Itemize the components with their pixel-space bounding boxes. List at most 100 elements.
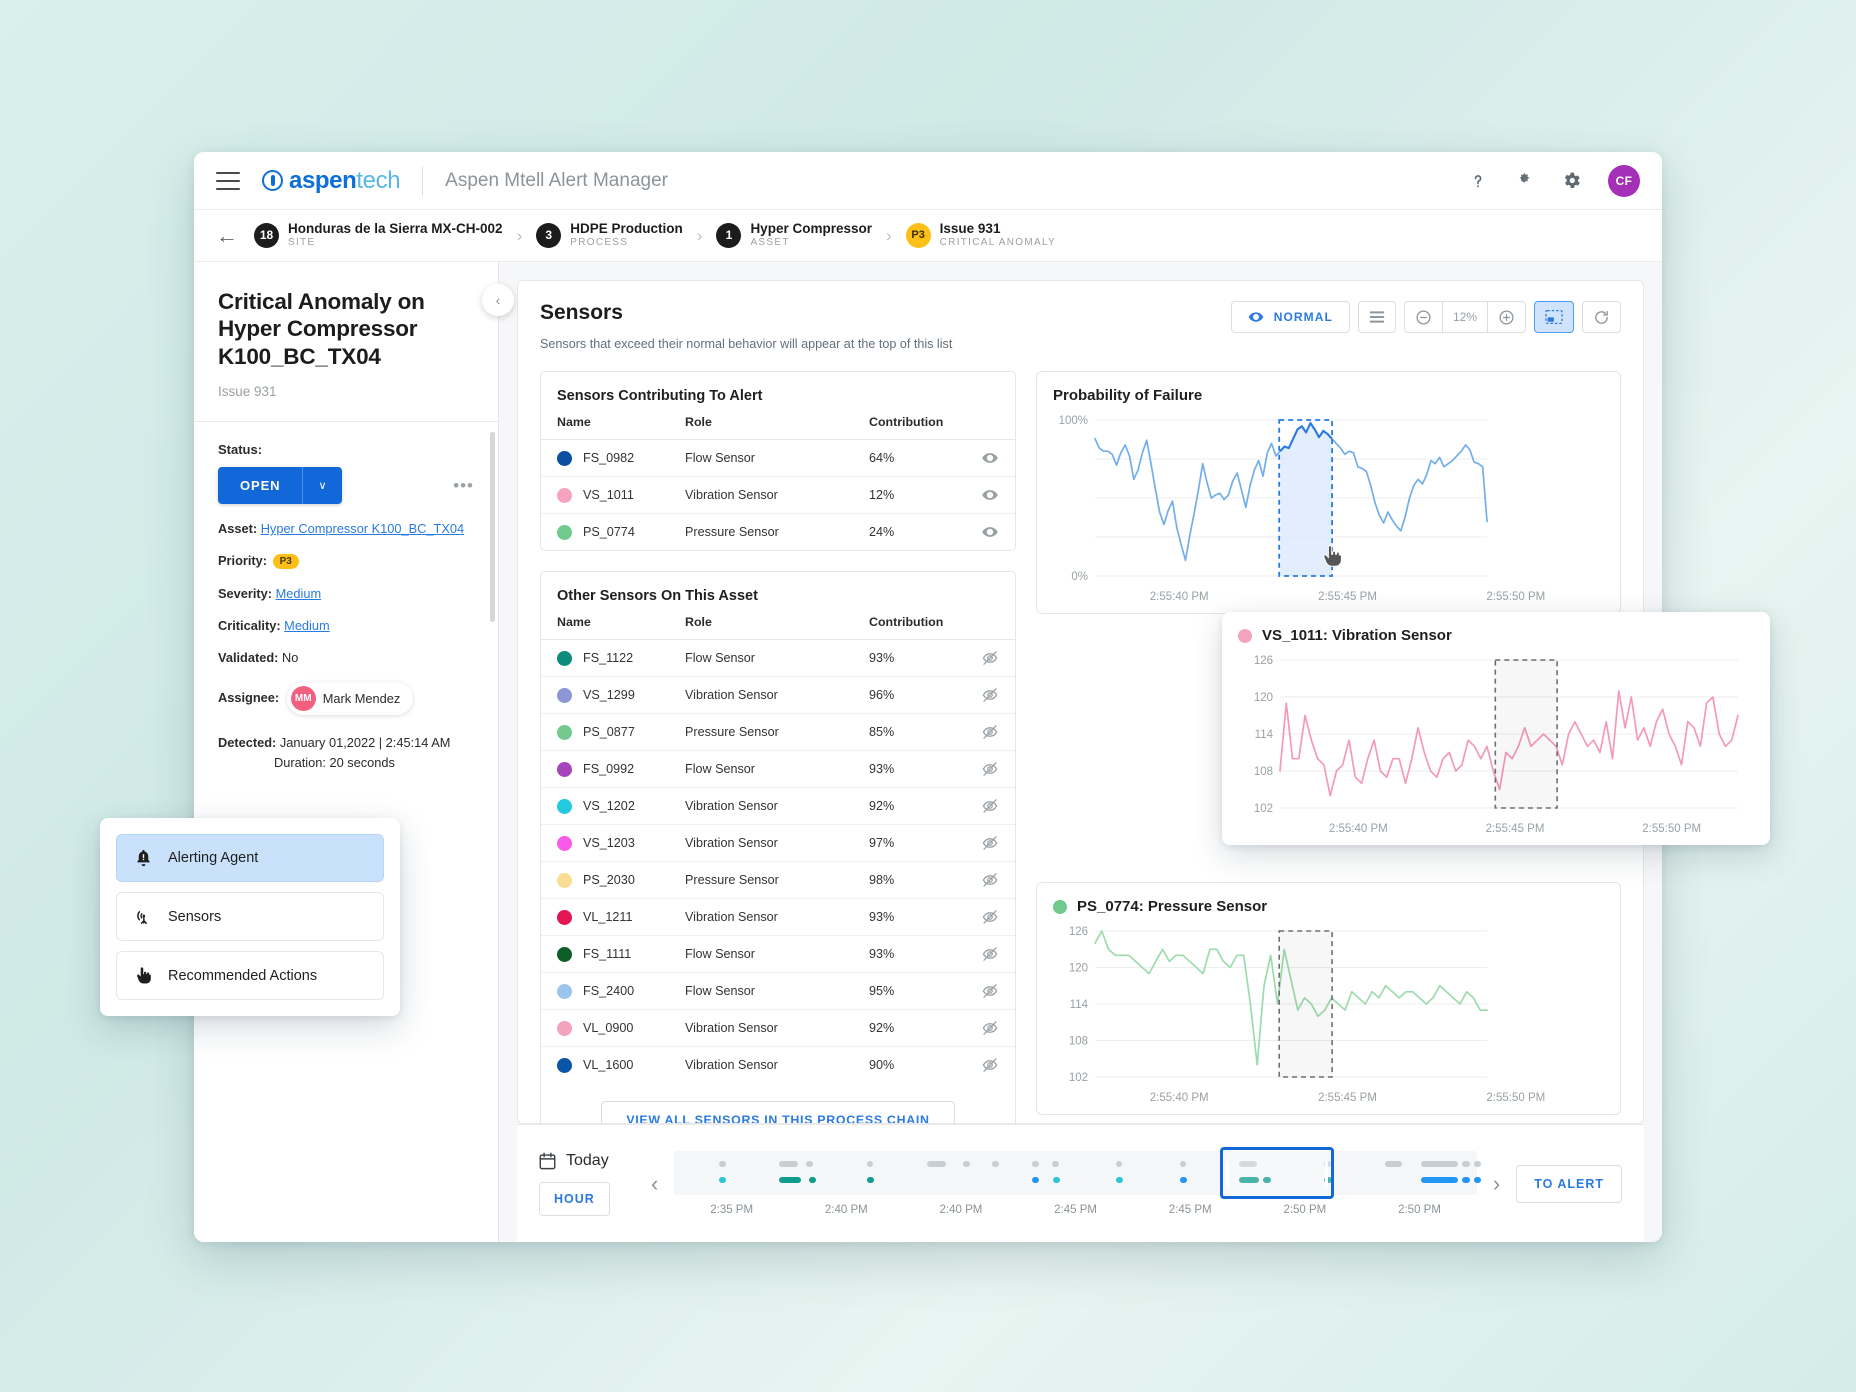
svg-text:126: 126 (1069, 926, 1088, 938)
severity-value[interactable]: Medium (276, 586, 322, 601)
chart-toolbar: NORMAL 12% (1230, 301, 1621, 333)
refresh-button[interactable] (1582, 301, 1621, 333)
table-row[interactable]: VL_1600 Vibration Sensor 90% (541, 1047, 1015, 1083)
breadcrumb-name: Honduras de la Sierra MX-CH-002 (288, 221, 503, 237)
back-arrow-icon[interactable]: ← (216, 224, 238, 247)
sensor-contribution: 93% (869, 947, 895, 961)
chart-title: Probability of Failure (1053, 387, 1203, 404)
breadcrumb-item-asset[interactable]: 1 Hyper Compressor ASSET (716, 221, 872, 249)
chart-plot-area[interactable]: 126 120 114 108 102 (1053, 925, 1604, 1088)
table-row[interactable]: FS_0992 Flow Sensor 93% (541, 751, 1015, 788)
toggle-visibility-hidden[interactable] (961, 871, 999, 889)
minus-circle-icon (1416, 309, 1431, 325)
assignee-chip[interactable]: MM Mark Mendez (286, 682, 414, 716)
toggle-visibility-hidden[interactable] (961, 945, 999, 963)
vs-1011-floating-chart[interactable]: VS_1011: Vibration Sensor 126 120 114 108 10… (1222, 612, 1770, 845)
probability-of-failure-chart[interactable]: Probability of Failure 100% 0% 2:55:40 PM… (1036, 371, 1621, 614)
selection-tool-button[interactable] (1534, 301, 1574, 333)
toggle-visibility-hidden[interactable] (961, 982, 999, 1000)
toggle-visibility-hidden[interactable] (961, 1019, 999, 1037)
chart-plot-area[interactable]: 126 120 114 108 102 (1238, 654, 1754, 819)
chart-plot-area[interactable]: 100% 0% (1053, 414, 1604, 587)
breadcrumb-item-issue[interactable]: P3 Issue 931 CRITICAL ANOMALY (905, 221, 1056, 249)
timeline-next-icon[interactable]: › (1493, 1171, 1500, 1197)
eye-visible-icon (982, 453, 998, 463)
menu-item-sensors[interactable]: Sensors (116, 892, 384, 941)
table-row[interactable]: VL_1211 Vibration Sensor 93% (541, 899, 1015, 936)
eye-visible-icon (982, 490, 998, 500)
sensor-name: VL_1211 (583, 910, 633, 924)
ps-0774-chart[interactable]: PS_0774: Pressure Sensor 126 120 114 108 102… (1036, 882, 1621, 1115)
sensor-contribution: 92% (869, 1021, 895, 1035)
breadcrumb-item-process[interactable]: 3 HDPE Production PROCESS (536, 221, 683, 249)
table-row[interactable]: VS_1202 Vibration Sensor 92% (541, 788, 1015, 825)
toggle-visibility-hidden[interactable] (961, 723, 999, 741)
toggle-visibility-hidden[interactable] (961, 797, 999, 815)
status-value[interactable]: OPEN (218, 467, 303, 505)
aspentech-logo[interactable]: aspentech (262, 167, 401, 195)
toggle-visibility-hidden[interactable] (961, 908, 999, 926)
collapse-panel-button[interactable]: ‹ (482, 284, 514, 316)
toggle-visibility-hidden[interactable] (961, 760, 999, 778)
table-row[interactable]: FS_1111 Flow Sensor 93% (541, 936, 1015, 973)
timeline-event-mark (778, 1177, 802, 1183)
table-row[interactable]: PS_2030 Pressure Sensor 98% (541, 862, 1015, 899)
table-row[interactable]: PS_0774 Pressure Sensor 24% (541, 514, 1015, 550)
gear-icon[interactable] (1561, 170, 1582, 191)
chevron-down-icon[interactable]: ∨ (302, 467, 342, 505)
toggle-visibility-hidden[interactable] (961, 1056, 999, 1074)
list-view-button[interactable] (1357, 301, 1396, 333)
timeline-event-mark (1384, 1161, 1403, 1167)
table-row[interactable]: VS_1011 Vibration Sensor 12% (541, 477, 1015, 514)
menu-item-alerting-agent[interactable]: Alerting Agent (116, 834, 384, 882)
sensor-name: VS_1202 (583, 799, 635, 813)
zoom-in-button[interactable] (1488, 301, 1526, 333)
toggle-visibility-visible[interactable] (961, 486, 999, 504)
menu-item-recommended-actions[interactable]: Recommended Actions (116, 951, 384, 1000)
sensor-name: VS_1011 (583, 488, 634, 502)
assignee-row: Assignee: MM Mark Mendez (218, 682, 474, 716)
x-tick: 2:55:45 PM (1485, 823, 1545, 835)
view-all-sensors-button[interactable]: VIEW ALL SENSORS IN THIS PROCESS CHAIN (601, 1101, 955, 1123)
normal-view-button[interactable]: NORMAL (1230, 301, 1350, 333)
sensor-contribution: 96% (869, 688, 895, 702)
sensor-role: Flow Sensor (685, 651, 755, 665)
menu-hamburger-icon[interactable] (216, 171, 240, 190)
timeline-prev-icon[interactable]: ‹ (651, 1171, 658, 1197)
timeline-event-mark (719, 1161, 726, 1167)
toggle-visibility-hidden[interactable] (961, 834, 999, 852)
table-row[interactable]: FS_0982 Flow Sensor 64% (541, 440, 1015, 477)
sensor-antenna-icon (133, 907, 153, 926)
toggle-visibility-hidden[interactable] (961, 649, 999, 667)
table-row[interactable]: FS_1122 Flow Sensor 93% (541, 640, 1015, 677)
hour-toggle-button[interactable]: HOUR (539, 1181, 610, 1216)
help-icon[interactable] (1468, 171, 1488, 191)
user-avatar[interactable]: CF (1608, 164, 1640, 197)
toggle-visibility-visible[interactable] (961, 449, 999, 467)
asset-link[interactable]: Hyper Compressor K100_BC_TX04 (261, 521, 464, 536)
timeline-event-mark (719, 1177, 726, 1183)
svg-text:120: 120 (1254, 692, 1273, 704)
table-row[interactable]: VS_1203 Vibration Sensor 97% (541, 825, 1015, 862)
sensor-contribution: 93% (869, 651, 895, 665)
sensor-color-dot (557, 1057, 572, 1073)
criticality-value[interactable]: Medium (284, 618, 330, 633)
breadcrumb-item-site[interactable]: 18 Honduras de la Sierra MX-CH-002 SITE (254, 221, 503, 249)
toggle-visibility-hidden[interactable] (961, 686, 999, 704)
table-row[interactable]: FS_2400 Flow Sensor 95% (541, 973, 1015, 1010)
table-row[interactable]: PS_0877 Pressure Sensor 85% (541, 714, 1015, 751)
status-button[interactable]: OPEN ∨ (218, 467, 342, 505)
sidebar-scrollbar[interactable] (490, 432, 495, 622)
timeline-selection-window[interactable] (1220, 1147, 1334, 1199)
table-row[interactable]: VS_1299 Vibration Sensor 96% (541, 677, 1015, 714)
today-control[interactable]: Today (539, 1152, 635, 1170)
more-options-icon[interactable]: ••• (453, 476, 474, 496)
menu-item-label: Alerting Agent (168, 850, 259, 866)
toggle-visibility-visible[interactable] (961, 523, 999, 541)
timeline-track[interactable] (674, 1147, 1481, 1199)
assignee-name: Mark Mendez (322, 691, 401, 707)
zoom-out-button[interactable] (1403, 301, 1443, 333)
dark-mode-icon[interactable] (1514, 170, 1535, 191)
to-alert-button[interactable]: TO ALERT (1516, 1164, 1622, 1203)
table-row[interactable]: VL_0900 Vibration Sensor 92% (541, 1010, 1015, 1047)
